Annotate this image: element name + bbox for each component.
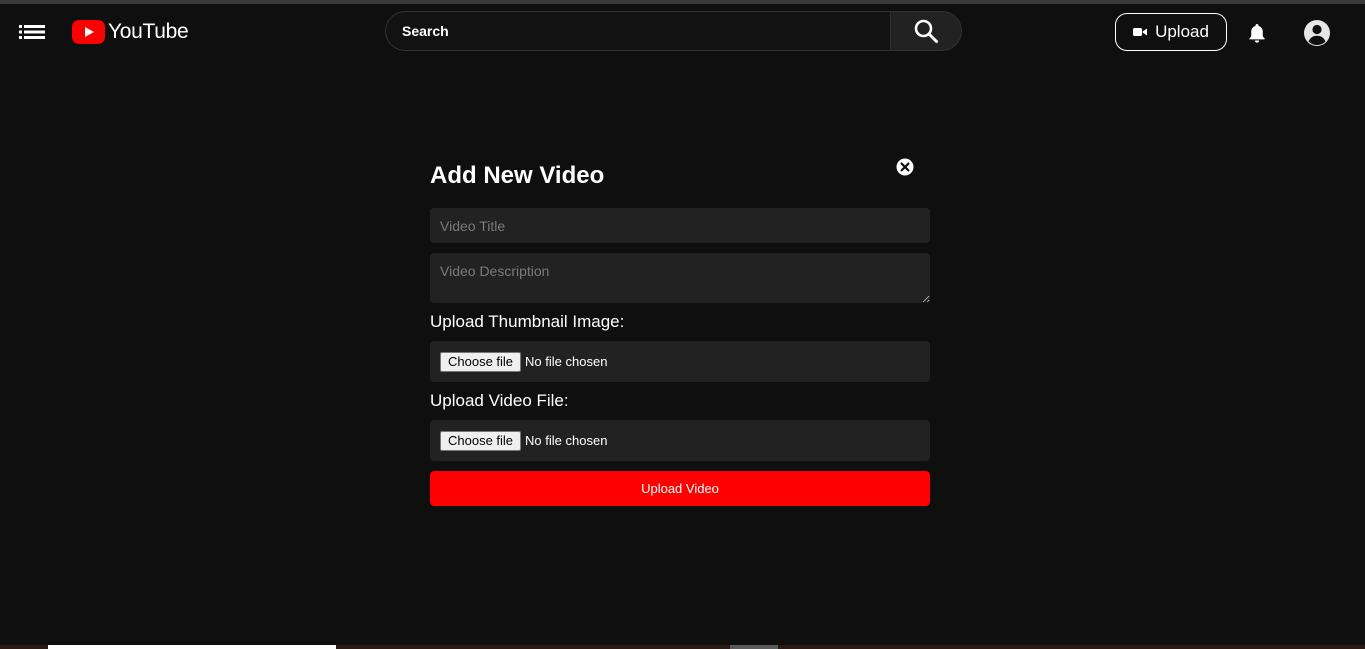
logo-text: YouTube: [108, 20, 189, 43]
video-choose-file-button[interactable]: Choose file: [440, 430, 522, 451]
thumbnail-label: Upload Thumbnail Image:: [430, 312, 625, 331]
video-camera-icon: [1133, 28, 1148, 36]
taskbar-segment: [48, 645, 336, 649]
search-box: [385, 11, 890, 51]
video-title-input[interactable]: [430, 208, 930, 243]
modal-title: Add New Video: [430, 162, 605, 189]
upload-button[interactable]: Upload: [1115, 13, 1227, 51]
thumbnail-file-status: No file chosen: [525, 354, 608, 369]
account-icon: [1304, 20, 1330, 46]
thumbnail-choose-file-button[interactable]: Choose file: [440, 351, 522, 372]
youtube-logo[interactable]: YouTube: [72, 18, 189, 46]
upload-button-label: Upload: [1155, 22, 1209, 41]
video-file-label: Upload Video File:: [430, 391, 569, 410]
menu-icon: [19, 25, 45, 39]
account-button[interactable]: [1303, 19, 1331, 47]
youtube-logo-icon: [72, 20, 105, 44]
video-file-input: Choose file No file chosen: [430, 420, 930, 461]
notifications-button[interactable]: [1246, 22, 1268, 44]
search-icon: [914, 19, 938, 43]
bell-icon: [1249, 24, 1265, 43]
menu-button[interactable]: [17, 20, 47, 44]
video-file-status: No file chosen: [525, 433, 608, 448]
close-icon: [896, 158, 914, 176]
search-button[interactable]: [890, 11, 962, 51]
search-input[interactable]: [386, 12, 890, 50]
taskbar-segment: [730, 645, 778, 649]
top-bar: YouTube Upload: [0, 4, 1365, 60]
upload-video-button[interactable]: Upload Video: [430, 471, 930, 506]
close-button[interactable]: [896, 158, 914, 176]
thumbnail-file-input: Choose file No file chosen: [430, 341, 930, 382]
video-description-input[interactable]: [430, 253, 930, 303]
